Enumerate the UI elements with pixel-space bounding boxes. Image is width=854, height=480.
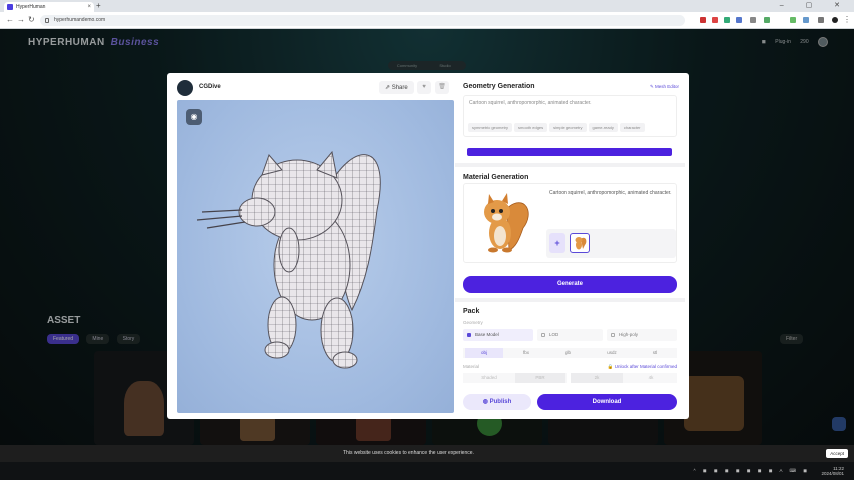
publish-label: Publish [489, 399, 512, 405]
option-base-model[interactable]: Base Model [463, 329, 533, 341]
add-reference-button[interactable]: + [549, 233, 565, 253]
system-tray-icons[interactable]: ^ ◼ ◼ ◼ ◼ ◼ ◼ ◼ A ⌨ ◼ [694, 468, 811, 474]
resolution-2k[interactable]: 2k [571, 373, 623, 383]
delete-icon[interactable]: 🗑 [435, 81, 449, 94]
geometry-prompt-box[interactable]: Cartoon squirrel, anthropomorphic, anima… [463, 95, 677, 137]
geometry-options-row: Base Model LOD High-poly [463, 329, 677, 341]
material-preview-image [467, 188, 537, 258]
tag-chip[interactable]: game-ready [588, 123, 618, 132]
squirrel-reference-icon [575, 237, 587, 250]
tag-chip[interactable]: simple geometry [549, 123, 587, 132]
squirrel-textured-thumbnail [484, 193, 529, 253]
url-text: hyperhumandemo.com [54, 17, 106, 23]
extension-icon[interactable] [724, 17, 730, 23]
clock-date: 2024/08/01 [821, 471, 844, 476]
system-clock[interactable]: 11:22 2024/08/01 [821, 466, 844, 476]
option-label: LOD [549, 332, 559, 337]
material-shaded[interactable]: Shaded [463, 373, 515, 383]
option-high-poly[interactable]: High-poly [607, 329, 677, 341]
geometry-section-title: Geometry Generation [463, 83, 535, 90]
mesh-editor-link[interactable]: ✎ Mesh Editor [650, 84, 679, 90]
extension-icon[interactable] [736, 17, 742, 23]
share-label: Share [391, 85, 408, 91]
reload-icon[interactable]: ↻ [28, 15, 35, 25]
extension-icon[interactable] [803, 17, 809, 23]
reference-thumbnail[interactable] [570, 233, 590, 253]
tag-chip[interactable]: smooth edges [514, 123, 548, 132]
extension-icon[interactable] [750, 17, 756, 23]
geometry-tags: symmetric geometry smooth edges simple geo… [468, 123, 647, 132]
material-reference-bar: + [546, 229, 676, 258]
tag-chip[interactable]: character [619, 123, 645, 132]
geometry-label: Geometry [463, 320, 483, 325]
extension-icon[interactable] [790, 17, 796, 23]
material-option-group: Shaded PBR [463, 373, 567, 383]
cookie-message: This website uses cookies to enhance the… [343, 450, 474, 456]
browser-toolbar: ← → ↻ hyperhumandemo.com ⋮ [0, 12, 854, 29]
extension-icon[interactable] [764, 17, 770, 23]
browser-tabbar: HyperHuman × + – ▢ ✕ [0, 0, 854, 12]
asset-detail-modal: CGDive ⇗ Share ♥ 🗑 ◉ Geometry Generation… [167, 73, 689, 419]
material-prompt-text: Cartoon squirrel, anthropomorphic, anima… [549, 190, 672, 196]
lock-icon [45, 18, 49, 23]
pack-section-title: Pack [463, 308, 480, 315]
author-avatar[interactable] [177, 80, 193, 96]
geometry-progress-bar [467, 148, 672, 156]
cookie-banner: This website uses cookies to enhance the… [0, 445, 854, 462]
option-lod[interactable]: LOD [537, 329, 603, 341]
checkbox [541, 332, 545, 337]
material-label: Material [463, 364, 480, 369]
back-icon[interactable]: ← [6, 15, 14, 25]
window-controls[interactable]: – ▢ ✕ [780, 0, 850, 12]
checkbox [467, 332, 471, 337]
format-glb[interactable]: glb [549, 348, 587, 358]
os-taskbar: ^ ◼ ◼ ◼ ◼ ◼ ◼ ◼ A ⌨ ◼ 11:22 2024/08/01 [0, 462, 854, 480]
format-options-row: obj fbx glb usdz stl [463, 348, 677, 358]
share-button[interactable]: ⇗ Share [379, 81, 414, 94]
material-section-title: Material Generation [463, 174, 529, 181]
mesh-editor-label: Mesh Editor [654, 84, 679, 89]
menu-icon[interactable]: ⋮ [843, 15, 851, 25]
material-prompt-box[interactable]: Cartoon squirrel, anthropomorphic, anima… [463, 183, 677, 263]
format-stl[interactable]: stl [635, 348, 675, 358]
share-icon: ⇗ [385, 85, 391, 91]
author-name[interactable]: CGDive [199, 84, 221, 90]
extension-icon[interactable] [700, 17, 706, 23]
checkbox [611, 332, 615, 337]
extensions-puzzle-icon[interactable] [818, 17, 824, 23]
profile-avatar[interactable] [832, 17, 838, 23]
option-label: Base Model [475, 332, 499, 337]
section-divider [455, 298, 685, 302]
tab-title: HyperHuman [16, 4, 46, 10]
unlock-note: 🔒 Unlock after Material confirmed [608, 364, 677, 370]
like-icon[interactable]: ♥ [417, 81, 431, 94]
geometry-prompt-text: Cartoon squirrel, anthropomorphic, anima… [469, 100, 592, 106]
option-label: High-poly [619, 332, 639, 337]
resolution-4k[interactable]: 4k [625, 373, 677, 383]
format-obj[interactable]: obj [465, 348, 503, 358]
tag-chip[interactable]: symmetric geometry [468, 123, 513, 132]
forward-icon[interactable]: → [17, 15, 25, 25]
format-usdz[interactable]: usdz [591, 348, 633, 358]
unlock-note-text: Unlock after Material confirmed [614, 364, 677, 369]
squirrel-wireframe-model [196, 150, 381, 369]
new-tab-button[interactable]: + [96, 1, 101, 10]
generate-button[interactable]: Generate [463, 276, 677, 293]
browser-tab[interactable]: HyperHuman × [4, 2, 94, 12]
favicon-icon [7, 4, 13, 10]
download-button[interactable]: Download [537, 394, 677, 410]
section-divider [455, 163, 685, 167]
publish-button[interactable]: ◍ Publish [463, 394, 531, 410]
close-tab-icon[interactable]: × [87, 2, 91, 12]
accept-cookies-button[interactable]: Accept [826, 449, 848, 458]
resolution-option-group: 2k 4k [571, 373, 677, 383]
material-pbr[interactable]: PBR [515, 373, 565, 383]
model-viewer[interactable]: ◉ [177, 100, 454, 413]
material-options-row: Shaded PBR 2k 4k [463, 373, 677, 383]
globe-icon: ◍ [482, 399, 490, 405]
extension-icon[interactable] [712, 17, 718, 23]
lock-icon: 🔒 [607, 364, 615, 369]
address-bar[interactable]: hyperhumandemo.com [40, 15, 685, 26]
format-fbx[interactable]: fbx [507, 348, 545, 358]
